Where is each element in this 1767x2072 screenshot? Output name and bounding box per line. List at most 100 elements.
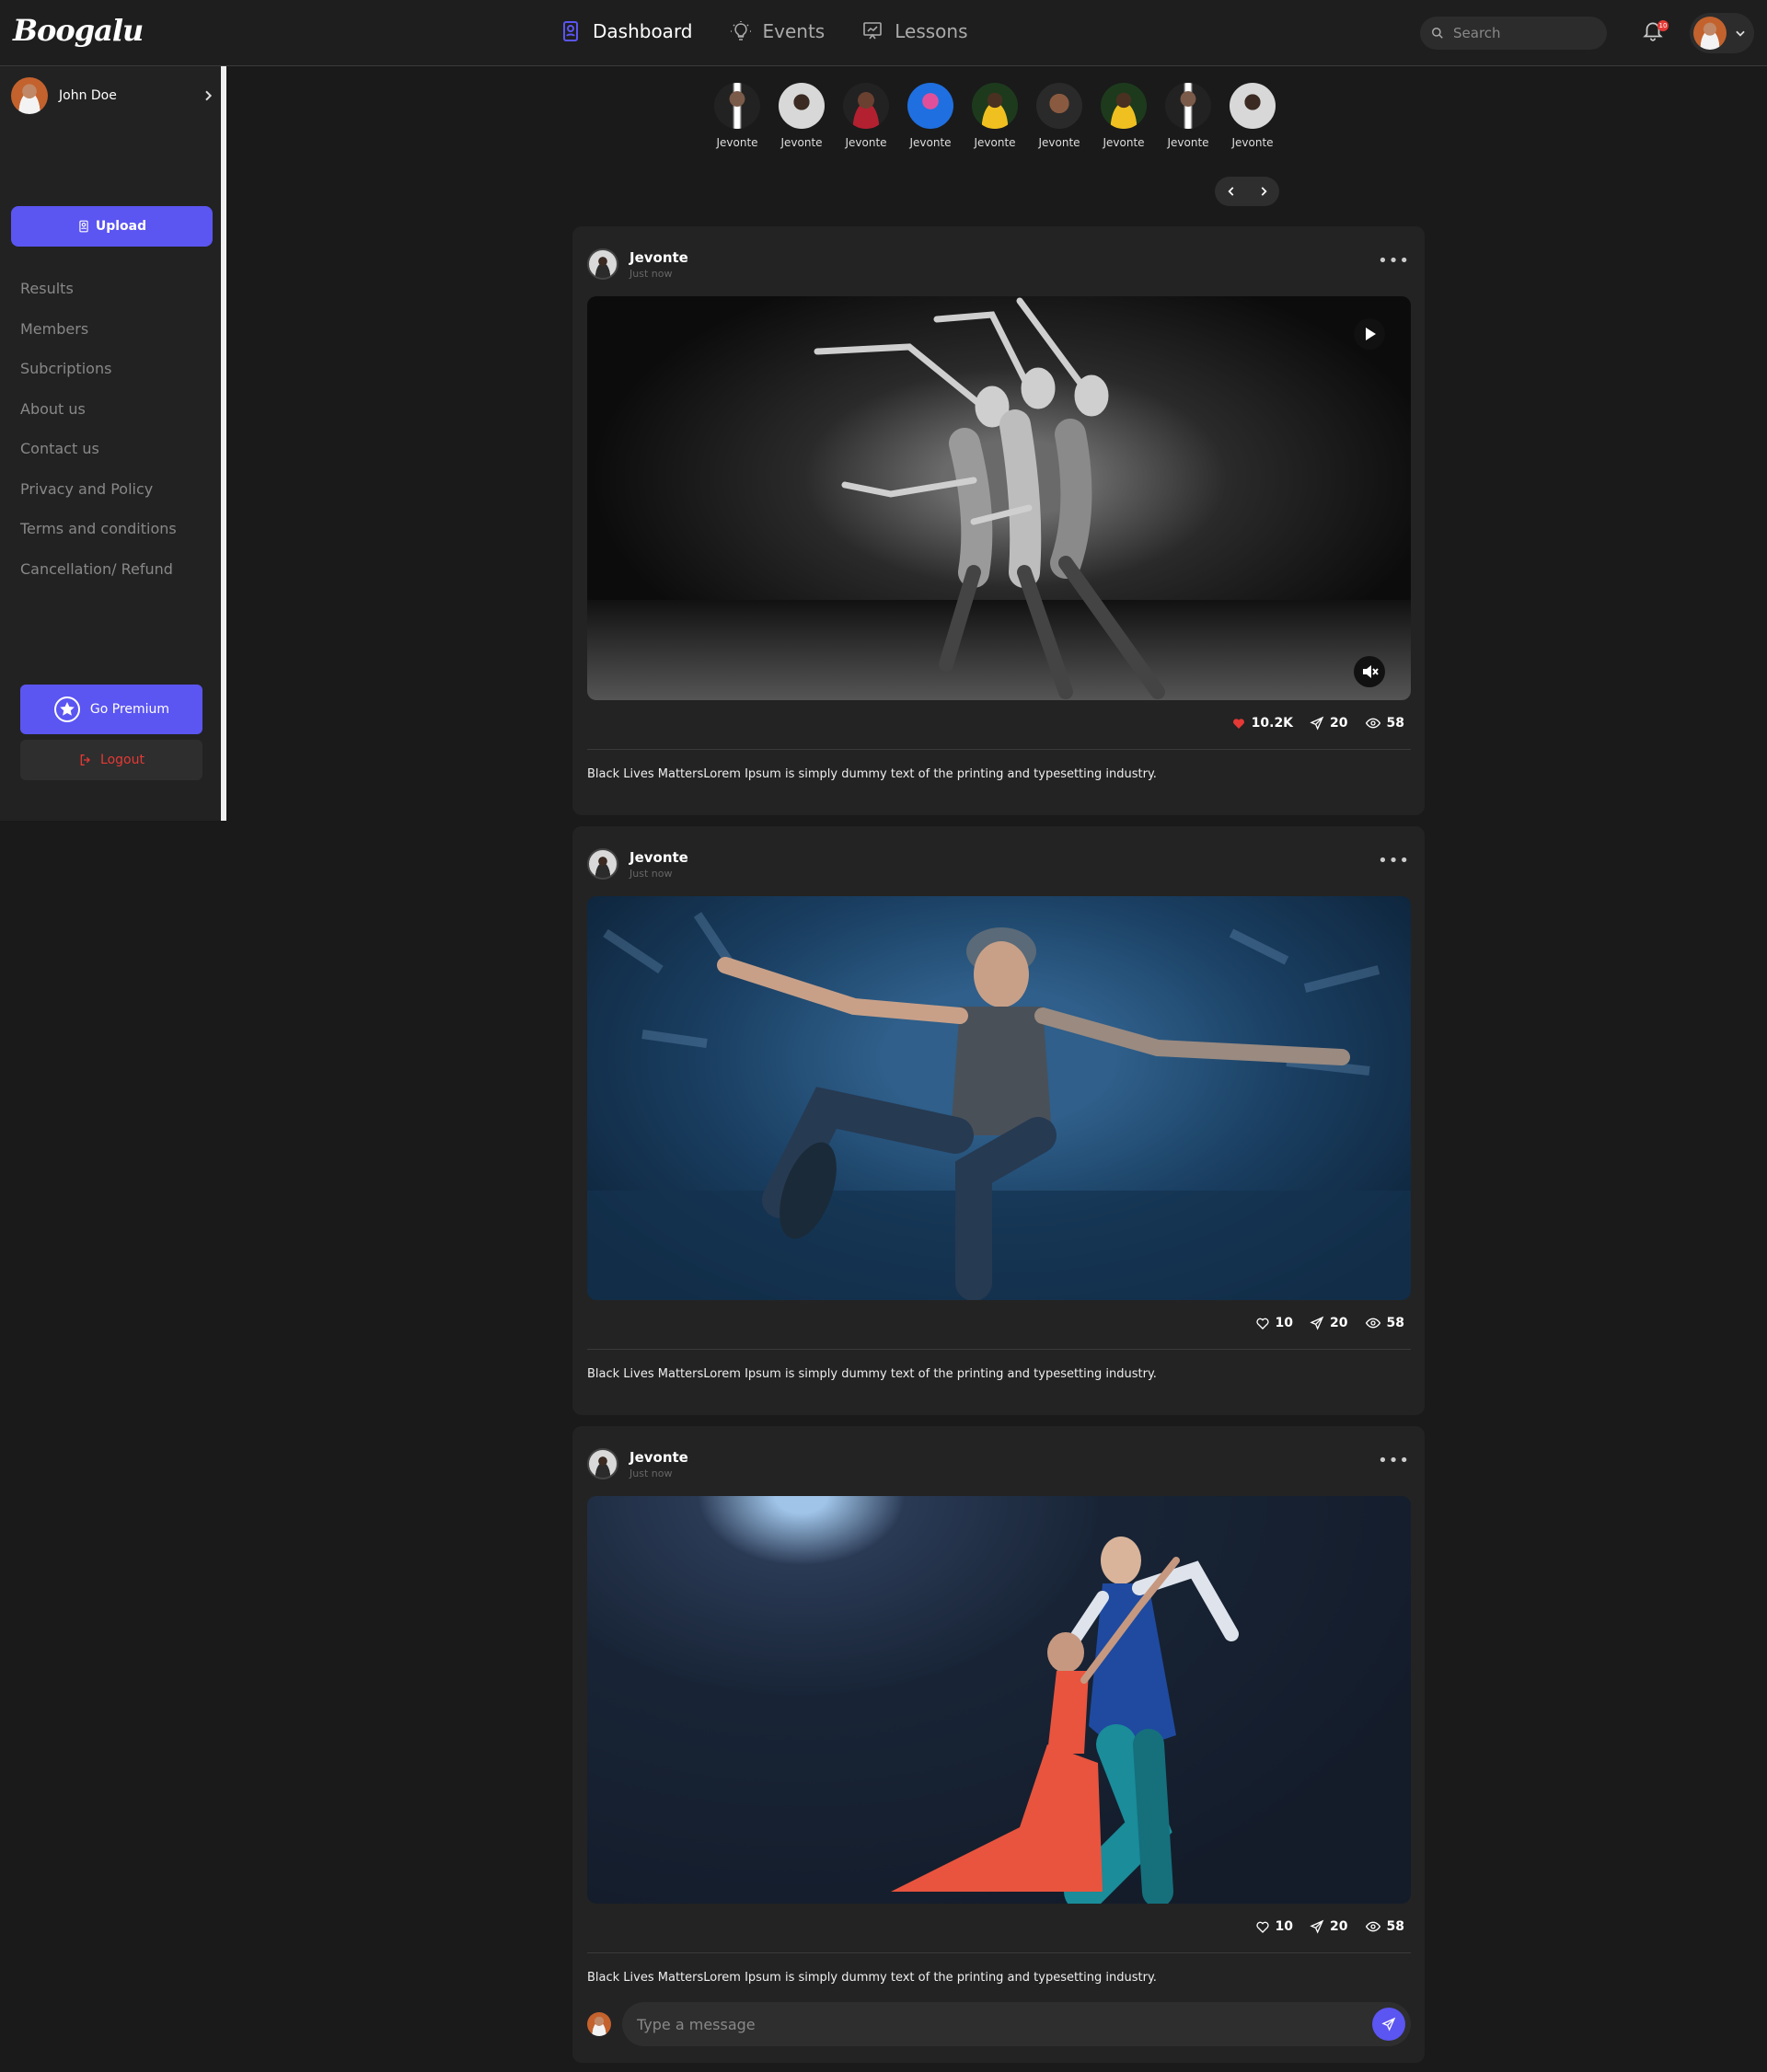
avatar[interactable] [587, 248, 618, 280]
eye-icon [1365, 718, 1380, 729]
story-item[interactable]: Jevonte [1230, 83, 1276, 149]
story-avatar [779, 83, 825, 129]
message-input[interactable] [637, 2015, 1372, 2033]
nav-dashboard-label: Dashboard [593, 20, 693, 42]
eye-icon [1365, 1921, 1380, 1932]
nav-lessons-label: Lessons [895, 20, 968, 42]
post-time: Just now [629, 267, 673, 280]
sidebar: John Doe Upload Results Members Subcript… [0, 66, 226, 821]
likes-count: 10.2K [1251, 716, 1294, 731]
story-item[interactable]: Jevonte [843, 83, 889, 149]
bulb-icon [730, 21, 751, 40]
story-name: Jevonte [1103, 136, 1145, 149]
views-stat: 58 [1365, 1919, 1404, 1934]
post-video[interactable] [587, 296, 1411, 700]
more-options-button[interactable]: ••• [1378, 853, 1410, 869]
post-stats: 10 20 58 [1255, 1316, 1404, 1330]
story-avatar [843, 83, 889, 129]
post-header: Jevonte Just now [587, 248, 688, 280]
story-item[interactable]: Jevonte [907, 83, 953, 149]
chevron-right-icon[interactable] [1257, 185, 1270, 198]
message-field[interactable] [622, 2002, 1411, 2046]
brand-logo[interactable]: Boogalu [13, 13, 144, 48]
story-item[interactable]: Jevonte [779, 83, 825, 149]
story-item[interactable]: Jevonte [714, 83, 760, 149]
sidebar-user-name: John Doe [59, 88, 117, 103]
story-item[interactable]: Jevonte [972, 83, 1018, 149]
avatar[interactable] [587, 848, 618, 880]
sidebar-item-refund[interactable]: Cancellation/ Refund [20, 560, 177, 601]
dashboard-icon [563, 21, 578, 41]
sidebar-item-subscriptions[interactable]: Subcriptions [20, 360, 177, 400]
send-button[interactable] [1372, 2008, 1405, 2041]
search-icon [1432, 28, 1443, 39]
shares-stat[interactable]: 20 [1310, 716, 1348, 731]
story-name: Jevonte [716, 136, 758, 149]
story-avatar [972, 83, 1018, 129]
sidebar-item-privacy[interactable]: Privacy and Policy [20, 480, 177, 521]
stories-pagination [1215, 177, 1279, 206]
logout-button[interactable]: Logout [20, 740, 202, 780]
views-count: 58 [1386, 1316, 1404, 1330]
go-premium-button[interactable]: Go Premium [20, 685, 202, 734]
shares-stat[interactable]: 20 [1310, 1316, 1348, 1330]
sidebar-item-contact[interactable]: Contact us [20, 440, 177, 480]
play-button[interactable] [1354, 318, 1385, 350]
nav-events-label: Events [762, 20, 826, 42]
sidebar-item-terms[interactable]: Terms and conditions [20, 520, 177, 560]
more-options-button[interactable]: ••• [1378, 1453, 1410, 1469]
story-avatar [714, 83, 760, 129]
notifications-button[interactable]: 10 [1641, 18, 1669, 46]
post-author[interactable]: Jevonte [629, 1449, 688, 1466]
more-options-button[interactable]: ••• [1378, 253, 1410, 270]
main-nav: Dashboard Events Lessons [560, 20, 968, 42]
nav-dashboard[interactable]: Dashboard [560, 20, 693, 42]
logout-label: Logout [100, 753, 144, 767]
chevron-left-icon[interactable] [1225, 185, 1238, 198]
search-bar[interactable] [1420, 17, 1607, 50]
likes-stat[interactable]: 10 [1255, 1919, 1293, 1934]
divider [587, 749, 1411, 750]
story-item[interactable]: Jevonte [1101, 83, 1147, 149]
sidebar-user[interactable]: John Doe [11, 77, 215, 114]
avatar [587, 2012, 611, 2036]
chevron-right-icon [205, 90, 213, 101]
post-author[interactable]: Jevonte [629, 849, 688, 866]
stories-row: Jevonte Jevonte Jevonte Jevonte Jevonte … [714, 83, 1276, 149]
search-input[interactable] [1453, 25, 1582, 41]
sidebar-item-members[interactable]: Members [20, 320, 177, 361]
sidebar-item-results[interactable]: Results [20, 280, 177, 320]
logout-icon [80, 754, 90, 765]
sidebar-links: Results Members Subcriptions About us Co… [20, 280, 177, 600]
profile-menu[interactable] [1690, 13, 1754, 53]
nav-events[interactable]: Events [730, 20, 826, 42]
sidebar-item-about[interactable]: About us [20, 400, 177, 441]
upload-icon [79, 220, 88, 233]
shares-stat[interactable]: 20 [1310, 1919, 1348, 1934]
story-item[interactable]: Jevonte [1165, 83, 1211, 149]
likes-stat[interactable]: 10 [1255, 1316, 1293, 1330]
post-card: Jevonte Just now ••• 10 20 58 Black Live… [572, 826, 1425, 1415]
story-name: Jevonte [845, 136, 887, 149]
avatar[interactable] [587, 1448, 618, 1479]
post-author[interactable]: Jevonte [629, 249, 688, 266]
post-stats: 10 20 58 [1255, 1919, 1404, 1934]
mute-button[interactable] [1354, 656, 1385, 687]
views-count: 58 [1386, 1919, 1404, 1934]
send-icon [1310, 1919, 1324, 1934]
tango-illustration [891, 1537, 1239, 1904]
shares-count: 20 [1330, 1316, 1348, 1330]
breakdancer-illustration [587, 912, 1411, 1300]
upload-button[interactable]: Upload [11, 206, 213, 247]
post-image[interactable] [587, 896, 1411, 1300]
likes-stat[interactable]: 10.2K [1231, 716, 1293, 731]
post-caption: Black Lives MattersLorem Ipsum is simply… [587, 1971, 1157, 1985]
send-icon [1381, 2017, 1396, 2032]
story-name: Jevonte [974, 136, 1016, 149]
upload-label: Upload [95, 219, 147, 234]
post-caption: Black Lives MattersLorem Ipsum is simply… [587, 767, 1157, 781]
post-image[interactable] [587, 1496, 1411, 1904]
post-header: Jevonte Just now [587, 1448, 688, 1479]
story-item[interactable]: Jevonte [1036, 83, 1082, 149]
nav-lessons[interactable]: Lessons [861, 20, 968, 42]
